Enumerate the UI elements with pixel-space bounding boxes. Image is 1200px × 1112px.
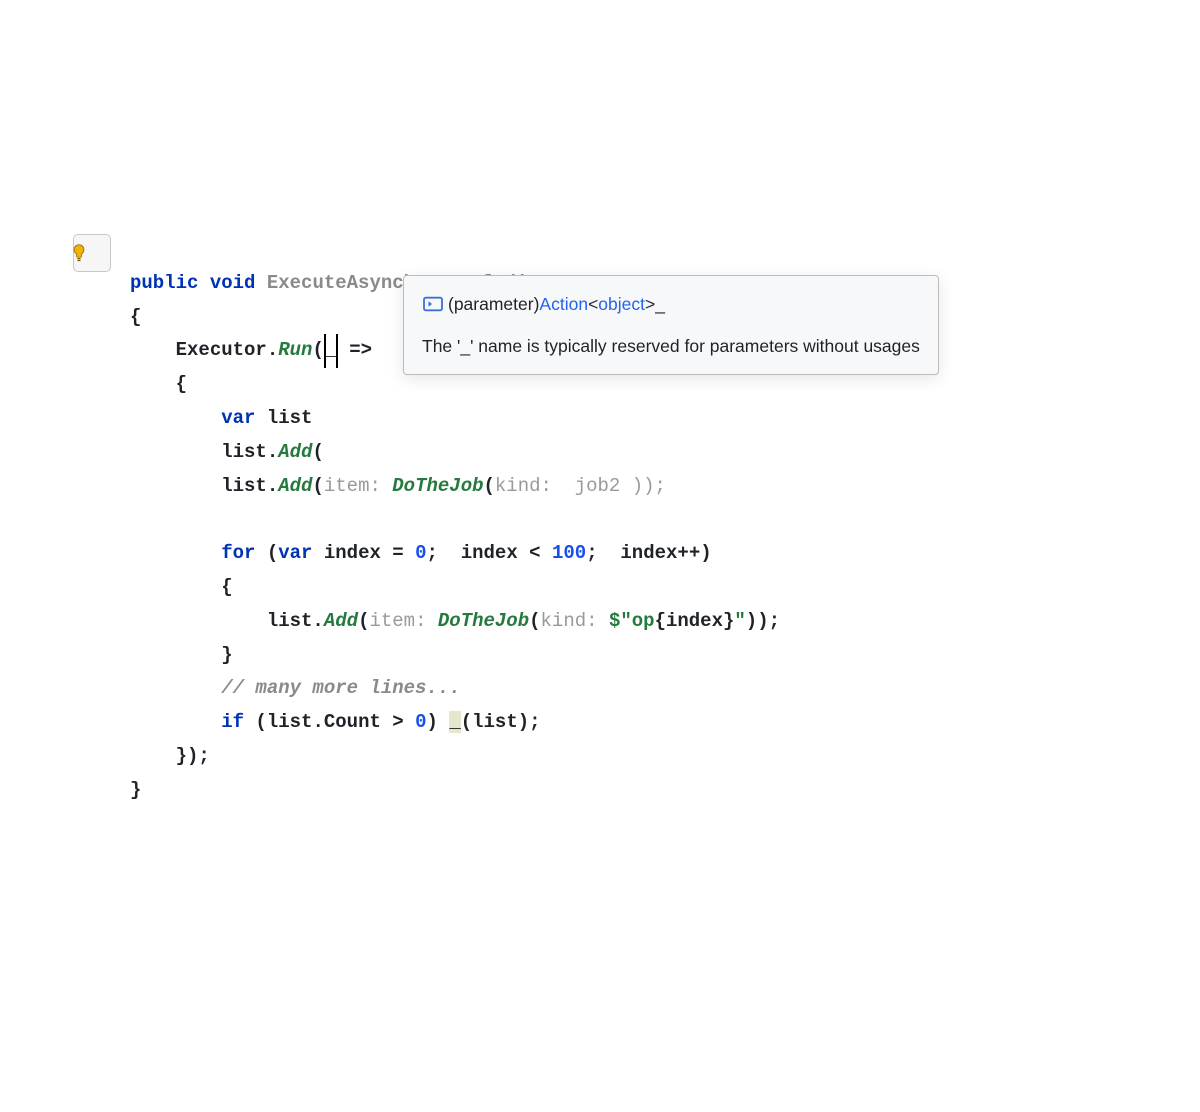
tooltip-type-action: Action <box>539 290 588 318</box>
code-editor[interactable]: public void ExecuteAsynchronously() { Ex… <box>0 165 1200 943</box>
inlay-hint-kind: kind: <box>541 610 598 632</box>
keyword-void: void <box>210 272 256 294</box>
brace-open: { <box>221 576 232 598</box>
parameter-icon <box>422 295 448 313</box>
tooltip-description: The '_' name is typically reserved for p… <box>422 332 920 360</box>
tooltip-signature-row: (parameter) Action<object> _ <box>422 290 920 318</box>
brace-open: { <box>176 373 187 395</box>
keyword-public: public <box>130 272 198 294</box>
tooltip-type-object: object <box>598 290 645 318</box>
inlay-hint-item: item: <box>369 610 426 632</box>
inlay-hint-item: item: <box>324 475 381 497</box>
brace-close: } <box>221 644 232 666</box>
method-run: Run <box>278 339 312 361</box>
lightbulb-icon <box>69 176 115 331</box>
brace-close: } <box>130 779 141 801</box>
keyword-for: for <box>221 542 255 564</box>
type-executor: Executor <box>176 339 267 361</box>
usage-highlight: _ <box>449 711 460 733</box>
brace-open: { <box>130 306 141 328</box>
inlay-hint-kind: kind: <box>495 475 552 497</box>
comment: // many more lines... <box>221 677 460 699</box>
tooltip-param-label: (parameter) <box>448 290 539 318</box>
lightbulb-button[interactable] <box>73 234 111 272</box>
keyword-if: if <box>221 711 244 733</box>
text-cursor[interactable]: _ <box>324 334 338 368</box>
keyword-var: var <box>221 407 255 429</box>
close-lambda: }); <box>176 745 210 767</box>
quick-info-tooltip: (parameter) Action<object> _ The '_' nam… <box>403 275 939 375</box>
